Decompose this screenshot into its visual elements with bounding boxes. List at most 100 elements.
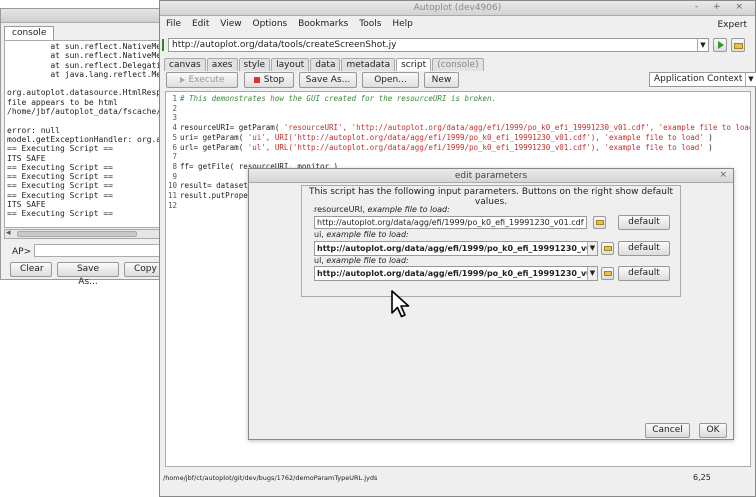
code-line-6-a: url= getParam(: [180, 142, 248, 152]
copy-button[interactable]: Copy: [124, 262, 164, 277]
menu-help[interactable]: Help: [388, 17, 417, 31]
menu-bookmarks[interactable]: Bookmarks: [294, 17, 352, 31]
console-command-input[interactable]: [34, 244, 161, 257]
console-line: == Executing Script ==: [7, 162, 113, 172]
edit-parameters-dialog: edit parameters × This script has the fo…: [248, 168, 734, 440]
param-desc: example file to load:: [367, 205, 450, 214]
tab-axes[interactable]: axes: [206, 58, 238, 71]
ui-combo[interactable]: http://autoplot.org/data/agg/efi/1999/po…: [314, 241, 598, 256]
menubar: File Edit View Options Bookmarks Tools H…: [160, 16, 755, 32]
cancel-button[interactable]: Cancel: [645, 423, 690, 438]
line-number: 10: [167, 181, 177, 191]
ul-default-button[interactable]: default: [618, 266, 670, 281]
line-number: 9: [172, 171, 177, 181]
tab-bar: canvas axes style layout data metadata script(…: [164, 58, 755, 71]
param-label-ui: ui, example file to load:: [314, 230, 409, 239]
context-value: Application Context: [654, 74, 743, 84]
console-prompt-label: AP>: [12, 247, 32, 257]
line-number: 3: [172, 113, 177, 123]
dialog-title: edit parameters: [454, 171, 528, 181]
menu-view[interactable]: View: [216, 17, 245, 31]
code-line-10: result= dataset(: [180, 181, 253, 191]
script-saveas-button[interactable]: Save As...: [299, 72, 357, 88]
console-line: /home/jbf/autoplot_data/fscache/http/aut: [7, 107, 161, 117]
tab-console[interactable]: (console): [432, 58, 484, 71]
code-line-4-b: 'resourceURI', 'http://autoplot.org/data…: [283, 123, 751, 133]
clear-button[interactable]: Clear: [10, 262, 52, 277]
scroll-left-icon[interactable]: ◂: [6, 228, 11, 238]
code-line-1: # This demonstrates how the GUI created …: [180, 94, 497, 103]
console-line: file appears to be html: [7, 97, 118, 107]
resourceuri-input[interactable]: http://autoplot.org/data/agg/efi/1999/po…: [314, 216, 587, 229]
tab-data[interactable]: data: [310, 58, 341, 71]
menu-edit[interactable]: Edit: [188, 17, 213, 31]
play-icon: [718, 41, 724, 49]
ul-browse-button[interactable]: [601, 267, 614, 280]
main-titlebar[interactable]: Autoplot (dev4906) - + ×: [160, 1, 755, 16]
close-icon[interactable]: ×: [719, 170, 727, 180]
mouse-pointer-icon: [391, 290, 410, 318]
dialog-titlebar[interactable]: edit parameters ×: [249, 169, 733, 183]
tab-console[interactable]: console: [4, 26, 55, 40]
tab-script[interactable]: script: [396, 58, 432, 71]
console-saveas-button[interactable]: Save As...: [57, 262, 119, 287]
play-icon: [179, 76, 185, 83]
folder-icon: [596, 220, 604, 225]
tab-layout[interactable]: layout: [271, 58, 310, 71]
code-line-5-c: ): [703, 132, 713, 142]
go-button[interactable]: [713, 38, 727, 52]
parameter-header: This script has the following input para…: [308, 187, 674, 207]
console-line: at java.lang.reflect.Method.in: [50, 69, 161, 79]
console-line: == Executing Script ==: [7, 181, 113, 191]
new-script-button[interactable]: New: [424, 72, 459, 88]
console-horizontal-scrollbar[interactable]: ◂: [4, 228, 161, 239]
context-select[interactable]: Application Context ▼: [649, 72, 756, 87]
code-line-11: result.putProper: [180, 191, 253, 201]
param-label-resourceuri: resourceURI, example file to load:: [314, 205, 450, 214]
open-script-button[interactable]: Open...: [362, 72, 419, 88]
chevron-down-icon[interactable]: ▼: [587, 267, 597, 280]
execute-button[interactable]: Execute: [166, 72, 238, 88]
ok-button[interactable]: OK: [699, 423, 727, 438]
param-label-ul: ul, example file to load:: [314, 256, 409, 265]
status-file-path: /home/jbf/ct/autoplot/git/dev/bugs/1762/…: [163, 474, 378, 482]
menu-file[interactable]: File: [162, 17, 185, 31]
tab-canvas[interactable]: canvas: [164, 58, 206, 71]
ul-combo[interactable]: http://autoplot.org/data/agg/efi/1999/po…: [314, 266, 598, 281]
chevron-down-icon[interactable]: ▼: [587, 242, 597, 255]
tab-metadata[interactable]: metadata: [341, 58, 396, 71]
menu-tools[interactable]: Tools: [355, 17, 385, 31]
chevron-down-icon[interactable]: ▼: [697, 39, 708, 51]
console-line: at sun.reflect.DelegatingMeth: [50, 60, 160, 70]
resourceuri-default-button[interactable]: default: [618, 215, 670, 230]
tab-style[interactable]: style: [238, 58, 271, 71]
script-toolbar: Execute Stop Save As... Open... New Appl…: [166, 72, 756, 90]
stop-button[interactable]: Stop: [244, 72, 294, 88]
console-titlebar[interactable]: [1, 9, 161, 23]
line-number: 11: [167, 191, 177, 201]
line-number: 5: [172, 132, 177, 142]
scrollbar-thumb[interactable]: [17, 231, 137, 237]
line-number: 8: [172, 161, 177, 171]
chevron-down-icon[interactable]: ▼: [745, 73, 756, 86]
console-line: ITS SAFE: [7, 200, 46, 210]
address-bar: http://autoplot.org/data/tools/createScr…: [160, 36, 755, 56]
menu-expert[interactable]: Expert: [714, 18, 752, 32]
url-input[interactable]: http://autoplot.org/data/tools/createScr…: [168, 38, 709, 52]
code-line-6-c: ): [703, 142, 713, 152]
window-controls[interactable]: - + ×: [695, 2, 749, 12]
code-line-6-b: 'ul', URL('http://autoplot.org/data/agg/…: [247, 142, 704, 152]
resourceuri-browse-button[interactable]: [593, 216, 606, 229]
line-number: 1: [172, 94, 177, 103]
ui-browse-button[interactable]: [601, 242, 614, 255]
line-number: 12: [167, 200, 177, 210]
code-line-4-a: resourceURI= getParam(: [180, 123, 284, 133]
menu-options[interactable]: Options: [248, 17, 291, 31]
console-line: model.getExceptionHandler: org.autoplot: [7, 134, 160, 144]
ui-default-button[interactable]: default: [618, 241, 670, 256]
browse-button[interactable]: [731, 38, 745, 52]
console-output: at sun.reflect.NativeMethodA at sun.refl…: [4, 40, 161, 228]
execute-label: Execute: [188, 75, 225, 85]
